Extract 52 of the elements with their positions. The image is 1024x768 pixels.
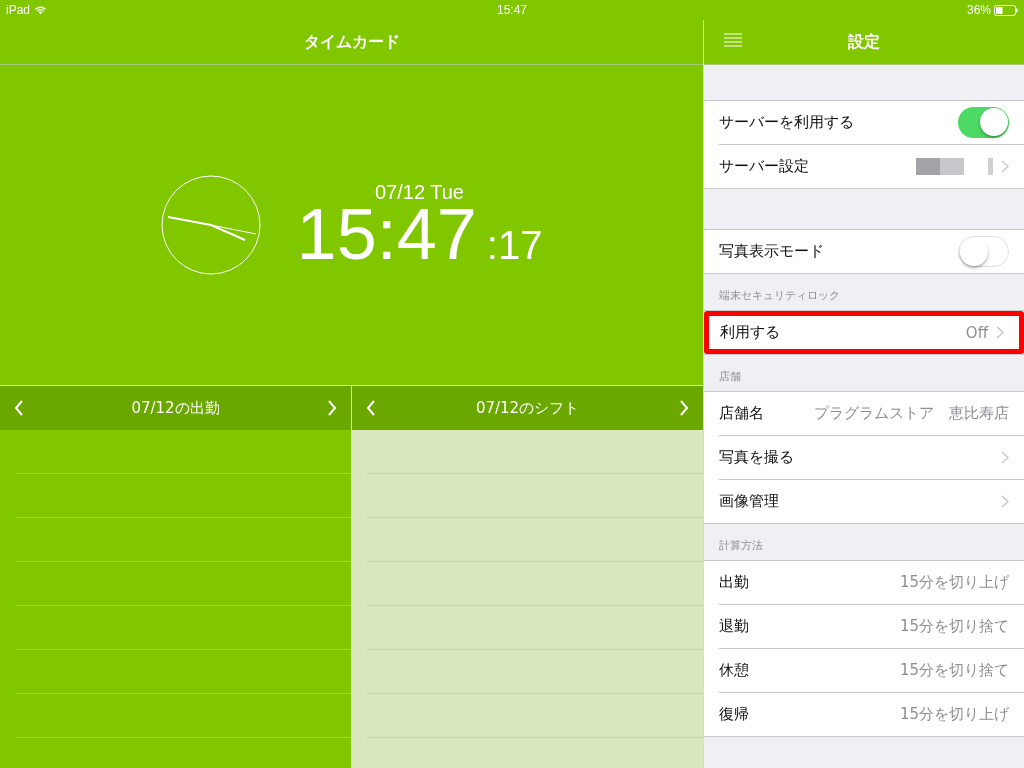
setting-value: 15分を切り上げ [899,705,1009,724]
next-button[interactable] [679,400,689,416]
setting-row[interactable]: 画像管理 [704,480,1024,523]
setting-value: プラグラムストア 恵比寿店 [814,404,1009,423]
panel-title: 07/12の出勤 [131,398,220,418]
setting-label: サーバーを利用する [719,113,855,132]
setting-value: Off [965,323,988,342]
section-header: 店舗 [719,369,741,384]
setting-label: 写真を撮る [719,448,795,467]
chevron-icon [1001,160,1009,173]
toggle-switch[interactable] [958,107,1009,138]
setting-row[interactable]: 休憩 15分を切り捨て [704,649,1024,692]
setting-label: 店舗名 [719,404,765,423]
setting-row[interactable]: 退勤 15分を切り捨て [704,605,1024,648]
setting-label: 画像管理 [719,492,780,511]
chevron-icon [996,326,1004,339]
status-time: 15:47 [497,3,527,17]
toggle-switch[interactable] [958,236,1009,267]
chevron-icon [1001,495,1009,508]
setting-row[interactable]: 店舗名 プラグラムストア 恵比寿店 [704,392,1024,435]
setting-value: 15分を切り捨て [899,661,1009,680]
nav-title: 設定 [848,31,880,53]
setting-value: 15分を切り上げ [899,573,1009,592]
setting-row[interactable]: サーバーを利用する [704,101,1024,144]
chevron-icon [1001,451,1009,464]
panel-title: 07/12のシフト [475,398,580,418]
setting-row[interactable]: 写真を撮る [704,436,1024,479]
setting-value: 15分を切り捨て [899,617,1009,636]
setting-label: 退勤 [719,617,750,636]
setting-label: 利用する [720,323,781,342]
battery-percent: 36% [966,3,991,17]
setting-label: サーバー設定 [719,157,810,176]
current-seconds: :17 [486,222,543,268]
setting-row[interactable]: サーバー設定 [704,145,1024,188]
highlighted-setting-row[interactable]: 利用する Off [704,311,1024,354]
setting-row[interactable]: 出勤 15分を切り上げ [704,561,1024,604]
section-header: 計算方法 [719,538,763,553]
previous-button[interactable] [14,400,24,416]
setting-label: 休憩 [719,661,750,680]
wifi-icon [34,5,48,15]
device-name: iPad [6,3,31,17]
setting-label: 復帰 [719,705,750,724]
setting-row[interactable]: 復帰 15分を切り上げ [704,693,1024,736]
previous-button[interactable] [366,400,376,416]
section-header: 端末セキュリティロック [719,288,840,303]
next-button[interactable] [327,400,337,416]
date-text: 07/12 Tue [375,180,464,204]
setting-row[interactable]: 写真表示モード [704,230,1024,273]
battery-icon [994,4,1018,16]
nav-title: タイムカード [303,31,400,53]
setting-label: 出勤 [719,573,750,592]
setting-label: 写真表示モード [719,242,825,261]
